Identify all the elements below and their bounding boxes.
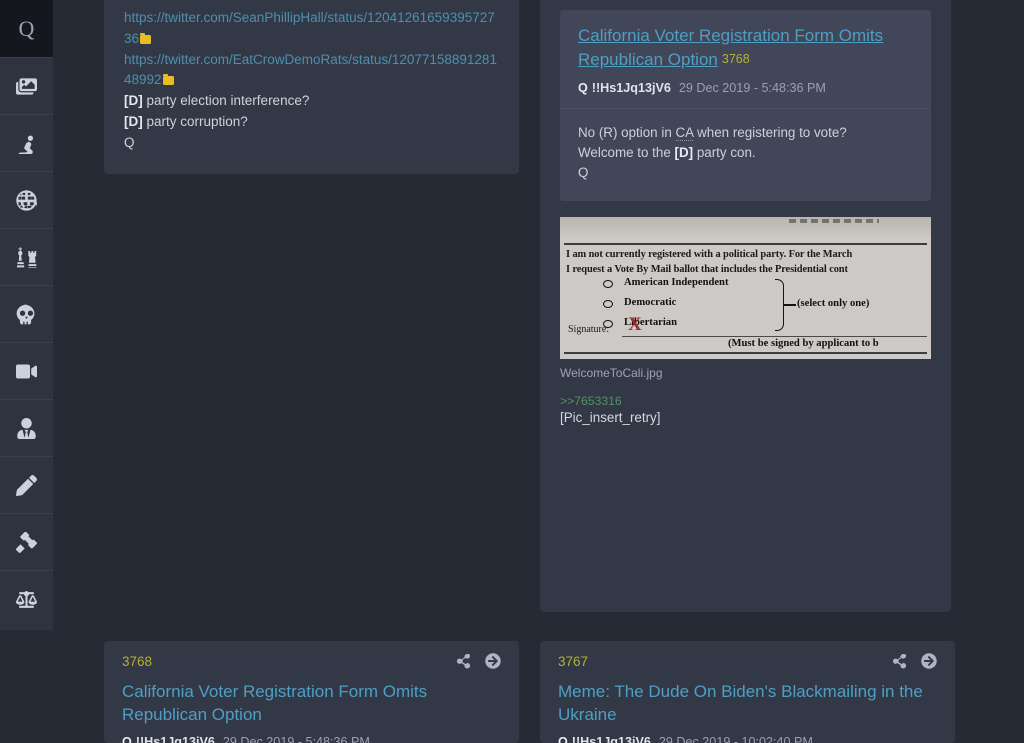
card-post-title[interactable]: California Voter Registration Form Omits…: [122, 680, 501, 726]
gavel-icon: [16, 531, 37, 553]
video-camera-icon: [16, 361, 37, 382]
party-tag: [D]: [674, 145, 694, 160]
body-line-2: Welcome to the [D] party con.: [578, 143, 913, 163]
post-line-2: party corruption?: [142, 113, 248, 129]
right-panel: California Voter Registration Form Omits…: [540, 0, 951, 612]
image-filename[interactable]: WelcomeToCali.jpg: [560, 366, 931, 380]
post-card-bottom-left[interactable]: 3768 California Voter Registration Form …: [104, 641, 519, 743]
featured-post-meta: Q !!Hs1Jq13jV6 29 Dec 2019 - 5:48:36 PM: [578, 80, 913, 96]
body-text-d: party con.: [693, 145, 756, 160]
arrow-circle-right-icon[interactable]: [921, 653, 937, 669]
ca-abbreviation[interactable]: CA: [675, 125, 694, 141]
body-line-1: No (R) option in CA when registering to …: [578, 123, 913, 143]
card-post-meta: Q !!Hs1Jq13jV6 29 Dec 2019 - 5:48:36 PM: [122, 735, 501, 743]
sidebar-item-prayer[interactable]: [0, 114, 53, 171]
card-timestamp: 29 Dec 2019 - 10:02:40 PM: [658, 735, 813, 743]
share-icon[interactable]: [456, 653, 471, 669]
user-tie-icon: [16, 417, 37, 439]
post-timestamp: 29 Dec 2019 - 5:48:36 PM: [678, 81, 826, 95]
sidebar-item-people[interactable]: [0, 399, 53, 456]
sidebar-item-edit[interactable]: [0, 456, 53, 513]
sidebar-item-justice[interactable]: [0, 570, 53, 627]
post-line-1: party election interference?: [142, 93, 310, 109]
attached-image-wrapper: I am not currently registered with a pol…: [560, 217, 931, 380]
images-icon: [16, 76, 37, 97]
form-line-1: I am not currently registered with a pol…: [566, 249, 853, 260]
body-line-3: Q: [578, 165, 589, 180]
party-tag: [D]: [124, 93, 143, 109]
sidebar-item-skull[interactable]: [0, 285, 53, 342]
form-brace: [775, 279, 784, 331]
twitter-link-2[interactable]: https://twitter.com/EatCrowDemoRats/stat…: [124, 52, 497, 88]
app-root: Q https://twitter.com/SeanPhillipHall/st…: [0, 0, 1024, 743]
body-text-a: No (R) option in: [578, 125, 676, 140]
chess-icon: [16, 246, 37, 268]
sidebar-item-chess[interactable]: [0, 228, 53, 285]
signature-label: Signature:: [568, 324, 610, 335]
sidebar: Q: [0, 0, 53, 630]
pencil-icon: [16, 474, 37, 496]
card-timestamp: 29 Dec 2019 - 5:48:36 PM: [222, 735, 370, 743]
globe-icon: [16, 189, 37, 211]
twitter-link-1[interactable]: https://twitter.com/SeanPhillipHall/stat…: [124, 10, 495, 46]
arrow-circle-right-icon[interactable]: [485, 653, 501, 669]
card-tripcode: !!Hs1Jq13jV6: [135, 735, 215, 743]
post-tripcode: !!Hs1Jq13jV6: [591, 81, 671, 95]
card-post-number: 3768: [122, 653, 153, 669]
sidebar-item-video[interactable]: [0, 342, 53, 399]
form-line-2: I request a Vote By Mail ballot that inc…: [566, 264, 848, 275]
option-label-1: Democratic: [624, 297, 677, 308]
sidebar-item-images[interactable]: [0, 57, 53, 114]
sidebar-item-globe[interactable]: [0, 171, 53, 228]
radio-american-independent: [603, 280, 613, 288]
form-footer-note: (Must be signed by applicant to b: [728, 338, 879, 349]
form-rule-bottom: [564, 352, 927, 354]
select-only-one-note: (select only one): [797, 298, 870, 309]
featured-post-number: 3768: [721, 52, 750, 66]
card-top-row: 3767: [558, 653, 937, 669]
card-post-number: 3767: [558, 653, 589, 669]
form-rule-top: [564, 243, 927, 245]
card-action-icons: [892, 653, 937, 669]
featured-post-header: California Voter Registration Form Omits…: [560, 10, 931, 109]
card-tripcode: !!Hs1Jq13jV6: [571, 735, 651, 743]
option-label-0: American Independent: [624, 277, 729, 288]
card-action-icons: [456, 653, 501, 669]
praying-person-icon: [16, 133, 37, 154]
body-text-b: when registering to vote?: [693, 125, 847, 140]
card-post-title[interactable]: Meme: The Dude On Biden's Blackmailing i…: [558, 680, 937, 726]
form-brace-dash: [784, 304, 796, 306]
featured-post-body: No (R) option in CA when registering to …: [560, 109, 931, 201]
archive-icon[interactable]: [140, 32, 152, 44]
site-logo[interactable]: Q: [0, 0, 53, 57]
post-signature: Q: [124, 134, 135, 150]
signature-line: [622, 336, 927, 338]
sidebar-item-gavel[interactable]: [0, 513, 53, 570]
signature-x-mark: X: [628, 314, 642, 335]
card-top-row: 3768: [122, 653, 501, 669]
voter-form-image[interactable]: I am not currently registered with a pol…: [560, 217, 931, 359]
image-top-text-blur: [789, 219, 879, 223]
post-card-top-left: https://twitter.com/SeanPhillipHall/stat…: [104, 0, 519, 174]
party-tag: [D]: [124, 113, 143, 129]
card-author: Q: [558, 735, 568, 743]
left-column: https://twitter.com/SeanPhillipHall/stat…: [104, 0, 519, 174]
archive-icon[interactable]: [162, 74, 174, 86]
body-text-c: Welcome to the: [578, 145, 675, 160]
card-author: Q: [122, 735, 132, 743]
post-card-bottom-right[interactable]: 3767 Meme: The Dude On Biden's Blackmail…: [540, 641, 955, 743]
skull-icon: [16, 304, 37, 325]
radio-democratic: [603, 300, 613, 308]
reply-body-text: [Pic_insert_retry]: [560, 410, 661, 425]
balance-scale-icon: [16, 589, 37, 610]
reply-reference-link[interactable]: >>7653316: [560, 394, 931, 408]
post-body-text: https://twitter.com/SeanPhillipHall/stat…: [124, 8, 499, 154]
card-post-meta: Q !!Hs1Jq13jV6 29 Dec 2019 - 10:02:40 PM: [558, 735, 937, 743]
featured-post-card: California Voter Registration Form Omits…: [560, 10, 931, 201]
share-icon[interactable]: [892, 653, 907, 669]
post-author: Q: [578, 81, 588, 95]
